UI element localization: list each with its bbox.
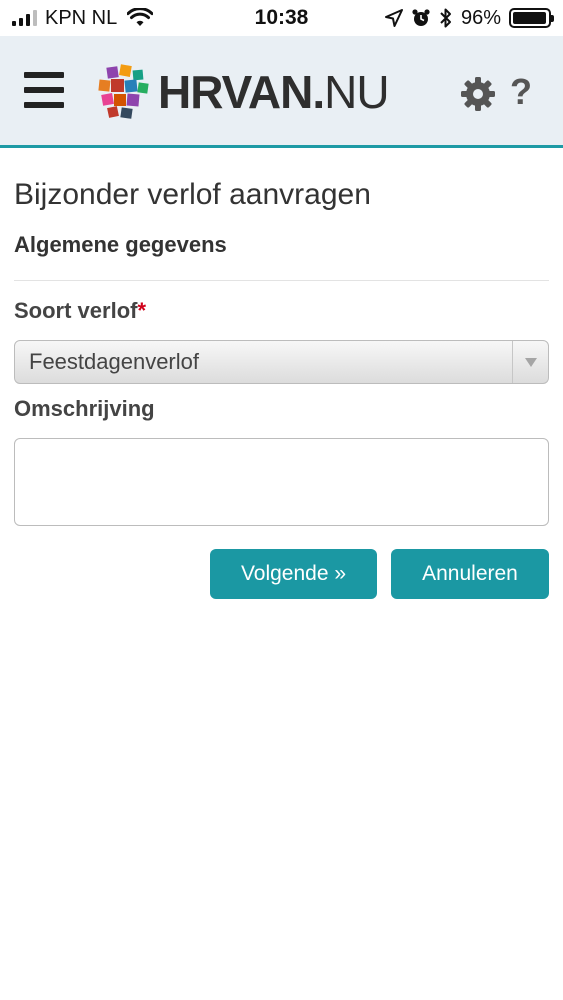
divider — [14, 280, 549, 281]
description-field[interactable] — [14, 438, 549, 526]
bluetooth-icon — [440, 8, 451, 28]
battery-percentage: 96% — [460, 6, 501, 29]
status-bar-right: 96% — [384, 6, 554, 30]
section-title: Algemene gegevens — [14, 232, 227, 257]
logo-text: HRVAN.NU — [158, 65, 390, 119]
logo-mark-icon — [98, 64, 149, 119]
battery-fill — [513, 12, 546, 24]
help-button[interactable]: ? — [506, 70, 536, 114]
leave-type-selected-value: Feestdagenverlof — [29, 349, 199, 374]
logo-text-light: NU — [324, 66, 389, 118]
leave-type-select[interactable]: Feestdagenverlof — [14, 340, 549, 384]
description-label: Omschrijving — [14, 396, 155, 421]
leave-type-label-text: Soort verlof — [14, 298, 138, 323]
logo-text-bold: HRVAN. — [158, 66, 325, 118]
alarm-icon — [412, 9, 430, 26]
hamburger-menu-icon[interactable] — [24, 72, 64, 108]
cancel-button[interactable]: Annuleren — [391, 549, 549, 599]
leave-type-label: Soort verlof* — [14, 298, 146, 324]
gear-icon[interactable] — [460, 76, 496, 112]
status-bar: KPN NL 10:38 96% — [0, 0, 563, 36]
required-marker: * — [137, 298, 147, 323]
chevron-down-icon — [512, 341, 548, 383]
app-header: HRVAN.NU ? — [0, 36, 563, 148]
next-button[interactable]: Volgende » — [210, 549, 377, 599]
logo[interactable]: HRVAN.NU — [96, 58, 390, 126]
battery-icon — [509, 8, 554, 28]
location-arrow-icon — [384, 9, 403, 27]
page-title: Bijzonder verlof aanvragen — [14, 178, 371, 211]
